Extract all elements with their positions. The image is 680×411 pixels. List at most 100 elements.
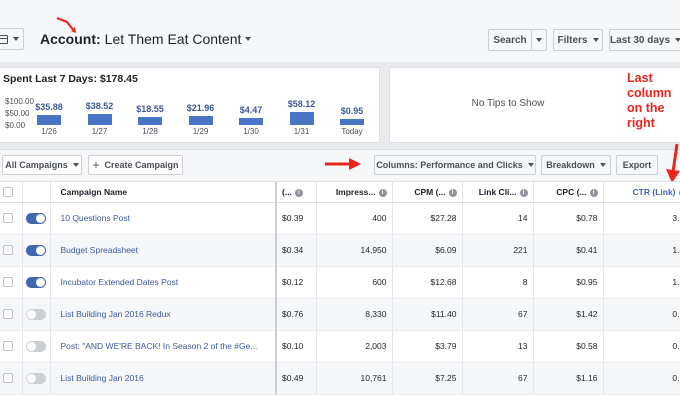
column-header-link-clicks[interactable]: Link Cli... i: [462, 182, 534, 203]
column-header-label: CPC (...: [556, 186, 587, 197]
column-header-label: CTR (Link): [632, 186, 676, 197]
campaign-name-link[interactable]: List Building Jan 2016: [50, 362, 277, 395]
column-header-label: (...: [282, 186, 292, 197]
row-checkbox[interactable]: [3, 309, 13, 320]
spend-bar[interactable]: [239, 118, 263, 125]
cpc-cell: $1.42: [533, 298, 604, 331]
table-view-icon: [0, 34, 8, 44]
row-checkbox[interactable]: [3, 245, 13, 256]
column-header-campaign-name[interactable]: Campaign Name: [50, 182, 277, 203]
campaign-name-link[interactable]: List Building Jan 2016 Redux: [50, 298, 277, 331]
table-row[interactable]: List Building Jan 2016 $0.49 10,761 $7.25 67…: [0, 362, 680, 395]
filters-button[interactable]: Filters: [553, 29, 603, 51]
account-selector[interactable]: Account: Let Them Eat Content: [40, 31, 252, 47]
results-cell: $0.39: [276, 202, 317, 235]
view-switcher-button[interactable]: [0, 28, 24, 50]
campaign-table: Campaign Name (... i Impress... i CPM (...…: [0, 181, 680, 411]
date-range-button[interactable]: Last 30 days: [609, 29, 680, 51]
row-checkbox[interactable]: [3, 373, 13, 384]
cpm-cell: $27.28: [392, 202, 463, 235]
annotation-arrow-icon: [666, 143, 680, 183]
campaign-status-toggle[interactable]: [25, 340, 46, 352]
spend-bar[interactable]: [289, 111, 314, 125]
info-icon[interactable]: i: [519, 188, 528, 197]
campaign-name-link[interactable]: 10 Questions Post: [50, 202, 277, 235]
chevron-down-icon: [13, 37, 19, 41]
campaign-name-link[interactable]: Incubator Extended Dates Post: [50, 266, 277, 299]
campaign-status-toggle[interactable]: [25, 276, 46, 288]
link-clicks-cell: 67: [462, 298, 534, 331]
cpm-cell: $3.79: [392, 330, 463, 363]
cpm-cell: $6.09: [392, 234, 463, 267]
cpc-cell: $0.41: [533, 234, 604, 267]
results-cell: $0.49: [276, 362, 317, 395]
impressions-cell: 14,950: [316, 234, 393, 267]
cpm-cell: $11.40: [392, 298, 463, 331]
column-header-ctr[interactable]: CTR (Link)i: [603, 182, 680, 203]
spend-bar[interactable]: [87, 114, 112, 125]
campaign-name-link[interactable]: Post: "AND WE'RE BACK! In Season 2 of th…: [50, 330, 277, 363]
row-select-cell: [0, 266, 23, 299]
account-name: Let Them Eat Content: [104, 31, 242, 47]
search-button[interactable]: Search: [488, 29, 532, 51]
plus-icon: +: [92, 158, 100, 172]
campaign-status-toggle[interactable]: [25, 244, 46, 256]
table-row[interactable]: Budget Spreadsheet $0.34 14,950 $6.09 221 $0.…: [0, 234, 680, 267]
chevron-down-icon: [72, 163, 79, 167]
impressions-cell: 10,761: [316, 362, 393, 395]
spend-bar[interactable]: [37, 114, 61, 125]
column-header-impressions[interactable]: Impress... i: [316, 182, 393, 203]
link-clicks-cell: 13: [462, 330, 534, 363]
columns-label: Columns: Performance and Clicks: [376, 160, 523, 170]
campaign-status-toggle[interactable]: [25, 372, 46, 384]
table-row[interactable]: Incubator Extended Dates Post $0.12 600 $12…: [0, 266, 680, 299]
y-axis-label: $50.00: [5, 109, 30, 118]
cpc-cell: $1.16: [533, 362, 604, 395]
spend-bar[interactable]: [340, 118, 364, 125]
info-icon[interactable]: i: [378, 188, 387, 197]
account-label: Account:: [40, 31, 101, 47]
impressions-cell: 8,330: [316, 298, 393, 331]
campaign-name-link[interactable]: Budget Spreadsheet: [50, 234, 277, 267]
impressions-cell: 2,003: [316, 330, 393, 363]
select-all-header[interactable]: [0, 182, 23, 203]
breakdown-label: Breakdown: [546, 160, 595, 170]
bar-day-label: 1/31: [293, 127, 310, 136]
chevron-down-icon: [599, 163, 606, 167]
row-checkbox[interactable]: [3, 213, 13, 224]
info-icon[interactable]: i: [294, 188, 303, 197]
info-icon[interactable]: i: [448, 188, 457, 197]
row-toggle-cell: [22, 202, 51, 235]
bar-day-label: 1/29: [192, 127, 209, 136]
row-checkbox[interactable]: [3, 341, 13, 352]
info-icon[interactable]: i: [589, 188, 598, 197]
table-row[interactable]: 10 Questions Post $0.39 400 $27.28 14 $0.78 3.…: [0, 202, 680, 235]
columns-dropdown[interactable]: Columns: Performance and Clicks: [374, 155, 536, 175]
search-dropdown-button[interactable]: [531, 29, 547, 51]
select-all-checkbox[interactable]: [3, 187, 13, 198]
campaign-status-toggle[interactable]: [25, 308, 46, 320]
annotation-arrow-icon: [325, 158, 361, 170]
table-row[interactable]: List Building Jan 2016 Redux $0.76 8,330 $1…: [0, 298, 680, 331]
bar-day-label: 1/26: [41, 127, 57, 136]
row-checkbox[interactable]: [3, 277, 13, 288]
export-button[interactable]: Export: [616, 155, 658, 175]
cpc-cell: $0.58: [533, 330, 604, 363]
row-toggle-cell: [22, 266, 51, 299]
column-header-cpc[interactable]: CPC (... i: [533, 182, 604, 203]
ctr-cell: 0.80%: [603, 298, 680, 331]
search-label: Search: [493, 34, 527, 46]
column-header-cpm[interactable]: CPM (... i: [392, 182, 463, 203]
export-label: Export: [622, 160, 652, 170]
table-row[interactable]: Post: "AND WE'RE BACK! In Season 2 of th…: [0, 330, 680, 363]
create-campaign-button[interactable]: + Create Campaign: [88, 155, 183, 175]
annotation-callout: Last column on the right: [627, 71, 672, 130]
spend-bar[interactable]: [188, 116, 213, 125]
all-campaigns-dropdown[interactable]: All Campaigns: [2, 155, 82, 175]
column-header-results[interactable]: (... i: [276, 182, 317, 203]
breakdown-dropdown[interactable]: Breakdown: [541, 155, 611, 175]
bar-day-label: 1/28: [142, 127, 158, 136]
campaign-status-toggle[interactable]: [25, 212, 46, 224]
y-axis-label: $0.00: [5, 121, 26, 130]
spend-bar[interactable]: [138, 116, 162, 125]
